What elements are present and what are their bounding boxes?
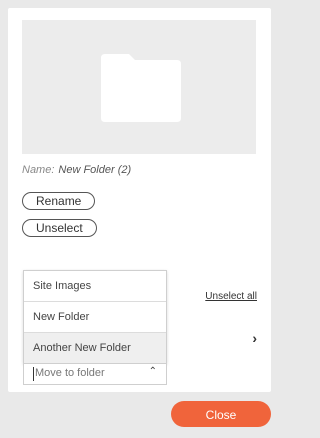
- close-button[interactable]: Close: [171, 401, 271, 427]
- folder-icon: [101, 54, 181, 122]
- dropdown-option-another-new-folder[interactable]: Another New Folder: [24, 333, 166, 363]
- folder-name: New Folder (2): [58, 164, 132, 176]
- chevron-up-icon[interactable]: ⌃: [149, 366, 157, 377]
- name-row: Name: New Folder (2): [22, 164, 131, 176]
- dropdown-option-site-images[interactable]: Site Images: [24, 271, 166, 302]
- name-label: Name:: [22, 164, 55, 176]
- unselect-button[interactable]: Unselect: [22, 219, 97, 237]
- unselect-all-link[interactable]: Unselect all: [205, 291, 257, 302]
- rename-button[interactable]: Rename: [22, 192, 96, 210]
- move-to-folder-placeholder: Move to folder: [35, 367, 105, 379]
- folder-dropdown: Site Images New Folder Another New Folde…: [23, 270, 167, 364]
- folder-preview: [22, 20, 256, 154]
- chevron-right-icon[interactable]: ›: [252, 330, 257, 346]
- text-cursor: [33, 367, 34, 381]
- move-to-folder-select[interactable]: Move to folder ⌃: [23, 363, 167, 385]
- folder-details-panel: Name: New Folder (2) Rename Unselect Unse…: [8, 8, 271, 392]
- dropdown-option-new-folder[interactable]: New Folder: [24, 302, 166, 333]
